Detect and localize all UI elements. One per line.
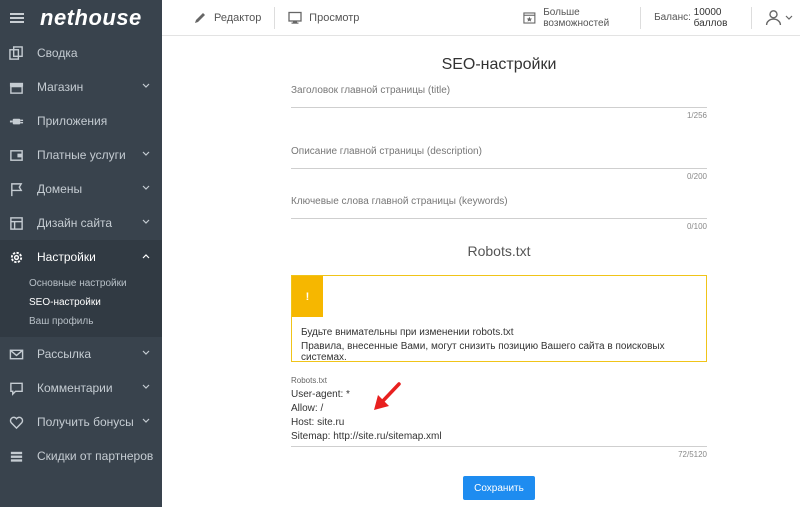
warning-line-2: Правила, внесенные Вами, могут снизить п… (301, 341, 665, 363)
user-menu[interactable] (765, 0, 800, 36)
description-counter: 0/200 (686, 172, 707, 181)
chevron-down-icon (142, 151, 150, 156)
divider (274, 6, 276, 29)
mail-icon (8, 346, 24, 362)
warning-icon: ! (292, 276, 323, 317)
sidebar-item-label: Приложения (37, 114, 108, 128)
chevron-down-icon (142, 219, 150, 224)
preview-label: Просмотр (309, 11, 360, 24)
description-field-label: Описание главной страницы (description) (291, 146, 482, 157)
menu-icon[interactable] (10, 13, 24, 23)
description-field[interactable]: Описание главной страницы (description) … (291, 146, 707, 181)
chat-icon (8, 380, 24, 396)
sidebar-item-comments[interactable]: Комментарии (0, 371, 162, 405)
sidebar-item-settings[interactable]: Настройки (0, 240, 162, 274)
settings-submenu: Основные настройки SEO-настройки Ваш про… (0, 274, 162, 337)
title-counter: 1/256 (686, 111, 707, 120)
topbar: Редактор Просмотр Больше возможностей Ба… (162, 0, 800, 36)
sidebar-item-paid-services[interactable]: Платные услуги (0, 138, 162, 172)
keywords-counter: 0/100 (686, 222, 707, 231)
plug-icon (8, 113, 24, 129)
divider (751, 6, 752, 29)
balance-value: 10000 баллов (693, 6, 728, 29)
gear-icon (8, 249, 24, 265)
more-features-label: Больше возможностей (543, 6, 610, 29)
save-button[interactable]: Сохранить (463, 476, 535, 500)
sidebar-item-label: Сводка (37, 46, 78, 60)
preview-link[interactable]: Просмотр (288, 0, 359, 36)
robots-label: Robots.txt (291, 376, 328, 385)
list-icon (8, 448, 24, 464)
seo-settings-panel: SEO-настройки Заголовок главной страницы… (162, 36, 800, 507)
pencil-icon (195, 12, 205, 23)
warning-box: ! Будьте внимательны при изменении robot… (291, 275, 707, 363)
chevron-down-icon (142, 83, 150, 88)
divider (640, 6, 642, 29)
sidebar-item-bonuses[interactable]: Получить бонусы (0, 405, 162, 439)
chevron-down-icon (142, 384, 150, 389)
keywords-field[interactable]: Ключевые слова главной страницы (keyword… (291, 196, 707, 231)
heart-icon (8, 414, 24, 430)
submenu-item-basic-settings[interactable]: Основные настройки (0, 274, 162, 293)
title-field-label: Заголовок главной страницы (title) (291, 85, 451, 96)
sidebar-item-partner-discounts[interactable]: Скидки от партнеров (0, 439, 162, 473)
robots-line: Sitemap: http://site.ru/sitemap.xml (291, 431, 442, 442)
sidebar-item-design[interactable]: Дизайн сайта (0, 206, 162, 240)
sidebar-item-shop[interactable]: Магазин (0, 70, 162, 104)
robots-section-title: Robots.txt (467, 243, 531, 259)
sidebar-item-label: Комментарии (37, 381, 113, 395)
star-window-icon (523, 11, 536, 24)
chevron-down-icon (142, 350, 150, 355)
logo[interactable]: nethouse (40, 5, 142, 31)
sidebar-item-label: Получить бонусы (37, 415, 134, 429)
monitor-icon (288, 11, 302, 24)
chevron-down-icon (142, 418, 150, 423)
editor-label: Редактор (214, 11, 262, 24)
balance-label: Баланс: (654, 12, 691, 23)
sidebar-item-apps[interactable]: Приложения (0, 104, 162, 138)
sidebar-item-summary[interactable]: Сводка (0, 36, 162, 70)
page-title: SEO-настройки (441, 56, 557, 73)
sidebar-item-label: Платные услуги (37, 148, 126, 162)
keywords-input[interactable] (291, 207, 707, 219)
sidebar-item-label: Домены (37, 182, 83, 196)
copy-icon (8, 45, 24, 61)
robots-line: Host: site.ru (291, 417, 345, 428)
red-arrow-icon (374, 382, 401, 410)
robots-textarea[interactable]: Robots.txt User-agent: * Allow: / Host: … (291, 376, 707, 459)
title-input[interactable] (291, 96, 707, 108)
robots-line: Allow: / (291, 403, 324, 414)
warning-line-1: Будьте внимательны при изменении robots.… (301, 327, 514, 338)
chevron-down-icon (785, 15, 793, 20)
sidebar: nethouse Сводка Магазин Приложения Платн… (0, 0, 162, 507)
balance: Баланс: 10000 баллов (654, 0, 738, 36)
sidebar-item-label: Скидки от партнеров (37, 449, 154, 463)
chevron-down-icon (142, 185, 150, 190)
sidebar-item-mailing[interactable]: Рассылка (0, 337, 162, 371)
submenu-item-profile[interactable]: Ваш профиль (0, 312, 162, 331)
wallet-icon (8, 147, 24, 163)
shop-icon (8, 79, 24, 95)
robots-underline (291, 446, 707, 447)
robots-line: User-agent: * (291, 389, 350, 400)
sidebar-item-label: Магазин (37, 80, 84, 94)
chevron-up-icon (142, 254, 150, 259)
editor-link[interactable]: Редактор (193, 0, 261, 36)
title-field[interactable]: Заголовок главной страницы (title) 1/256 (291, 85, 707, 120)
keywords-field-label: Ключевые слова главной страницы (keyword… (291, 196, 508, 207)
flag-icon (8, 181, 24, 197)
sidebar-item-label: Дизайн сайта (37, 216, 113, 230)
submenu-item-seo-settings[interactable]: SEO-настройки (0, 293, 162, 312)
more-features-link[interactable]: Больше возможностей (523, 0, 627, 36)
sidebar-item-label: Рассылка (37, 347, 92, 361)
sidebar-item-domains[interactable]: Домены (0, 172, 162, 206)
user-icon (765, 10, 782, 26)
robots-counter: 72/5120 (678, 450, 707, 459)
sidebar-item-label: Настройки (37, 250, 96, 264)
description-input[interactable] (291, 157, 707, 169)
layout-icon (8, 215, 24, 231)
sidebar-header: nethouse (0, 0, 162, 36)
